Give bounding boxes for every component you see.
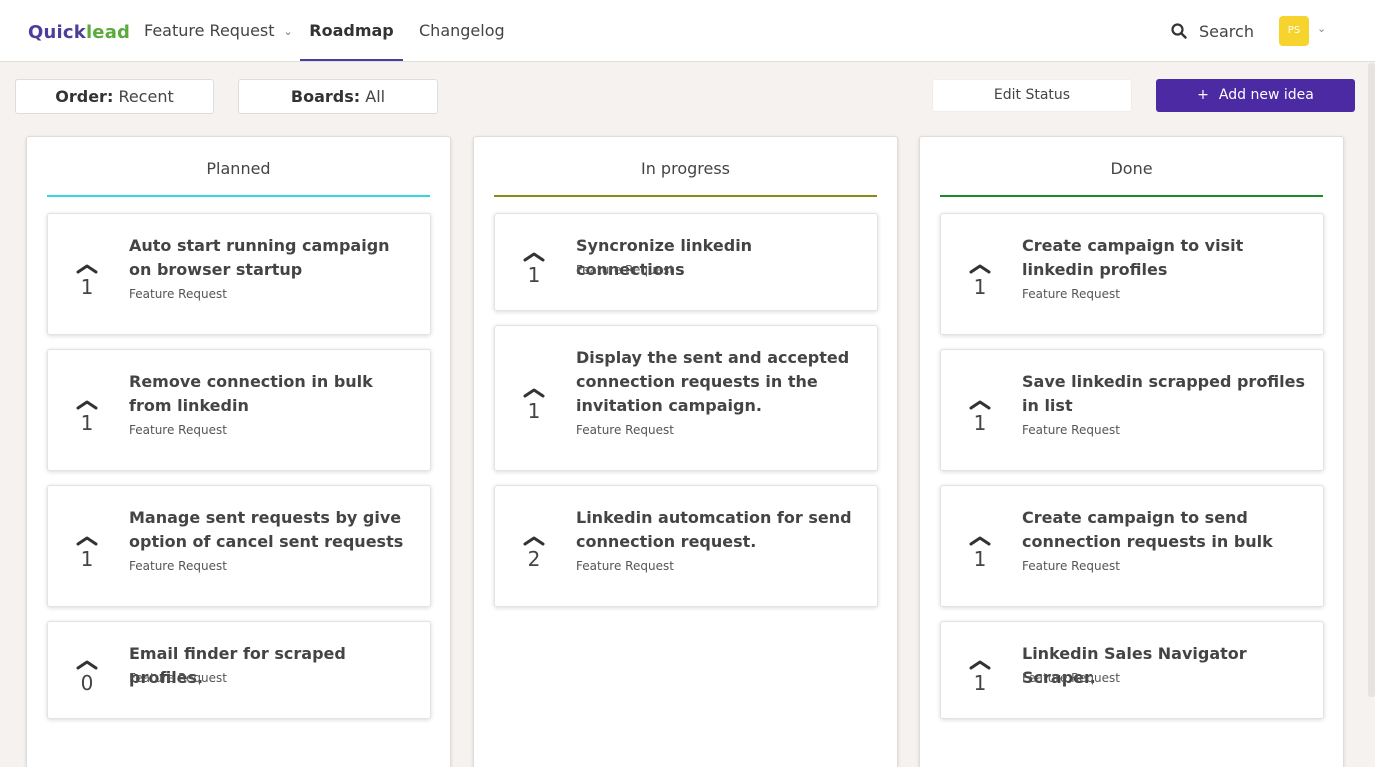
top-header: Quicklead Feature Request ⌄ Roadmap Chang… xyxy=(0,0,1375,62)
upvote-control[interactable]: 1 xyxy=(967,658,993,694)
column-done: Done 1 Create campaign to visit linkedin… xyxy=(919,136,1344,767)
idea-tag: Feature Request xyxy=(129,671,227,685)
vote-count: 1 xyxy=(527,399,541,423)
search-button[interactable]: Search xyxy=(1171,19,1254,43)
order-dropdown[interactable]: Order: Recent xyxy=(15,79,214,114)
chevron-down-icon[interactable]: ⌄ xyxy=(1317,22,1326,35)
vote-count: 0 xyxy=(80,671,94,695)
upvote-control[interactable]: 1 xyxy=(74,398,100,434)
search-label: Search xyxy=(1199,21,1254,41)
column-in-progress: In progress 1 Syncronize linkedin connec… xyxy=(473,136,898,767)
idea-card[interactable]: 1 Syncronize linkedin connections Featur… xyxy=(494,213,878,311)
idea-card[interactable]: 1 Linkedin Sales Navigator Scraper. Feat… xyxy=(940,621,1324,719)
idea-tag: Feature Request xyxy=(1022,287,1120,301)
idea-card[interactable]: 1 Auto start running campaign on browser… xyxy=(47,213,431,335)
upvote-arrow-icon xyxy=(523,536,545,546)
nav-feature-request[interactable]: Feature Request ⌄ xyxy=(144,0,293,61)
idea-card[interactable]: 0 Email finder for scraped profiles. Fea… xyxy=(47,621,431,719)
idea-title: Display the sent and accepted connection… xyxy=(576,348,850,415)
boards-label: Boards: xyxy=(290,87,361,106)
user-avatar[interactable]: PS xyxy=(1279,16,1309,46)
upvote-control[interactable]: 0 xyxy=(74,658,100,694)
upvote-control[interactable]: 1 xyxy=(521,386,547,422)
upvote-arrow-icon xyxy=(969,400,991,410)
vote-count: 1 xyxy=(973,547,987,571)
upvote-arrow-icon xyxy=(969,660,991,670)
idea-tag: Feature Request xyxy=(129,559,227,573)
search-icon xyxy=(1171,23,1187,39)
upvote-control[interactable]: 1 xyxy=(74,534,100,570)
idea-tag: Feature Request xyxy=(576,559,674,573)
upvote-control[interactable]: 1 xyxy=(521,250,547,286)
idea-tag: Feature Request xyxy=(576,423,674,437)
boards-value: All xyxy=(365,87,386,106)
column-title: Done xyxy=(940,157,1323,197)
plus-icon: + xyxy=(1197,87,1209,103)
idea-title: Remove connection in bulk from linkedin xyxy=(129,372,373,415)
quicklead-logo[interactable]: Quicklead xyxy=(28,22,130,43)
page-scrollbar[interactable] xyxy=(1368,63,1375,697)
idea-card[interactable]: 1 Create campaign to send connection req… xyxy=(940,485,1324,607)
upvote-control[interactable]: 2 xyxy=(521,534,547,570)
add-new-idea-label: Add new idea xyxy=(1218,87,1314,103)
vote-count: 1 xyxy=(973,671,987,695)
upvote-control[interactable]: 1 xyxy=(967,534,993,570)
upvote-arrow-icon xyxy=(76,264,98,274)
upvote-arrow-icon xyxy=(523,388,545,398)
column-title: Planned xyxy=(47,157,430,197)
order-value: Recent xyxy=(118,87,174,106)
idea-tag: Feature Request xyxy=(129,287,227,301)
vote-count: 2 xyxy=(527,547,541,571)
column-planned: Planned 1 Auto start running campaign on… xyxy=(26,136,451,767)
order-label: Order: xyxy=(55,87,114,106)
idea-tag: Feature Request xyxy=(129,423,227,437)
vote-count: 1 xyxy=(527,263,541,287)
upvote-arrow-icon xyxy=(76,400,98,410)
nav-changelog[interactable]: Changelog xyxy=(419,0,505,61)
idea-card[interactable]: 1 Manage sent requests by give option of… xyxy=(47,485,431,607)
idea-tag: Feature Request xyxy=(1022,423,1120,437)
vote-count: 1 xyxy=(973,411,987,435)
add-new-idea-button[interactable]: + Add new idea xyxy=(1156,79,1355,112)
upvote-control[interactable]: 1 xyxy=(74,262,100,298)
idea-title: Linkedin automcation for send connection… xyxy=(576,508,852,551)
idea-title: Auto start running campaign on browser s… xyxy=(129,236,390,279)
upvote-arrow-icon xyxy=(969,536,991,546)
upvote-control[interactable]: 1 xyxy=(967,398,993,434)
nav-feature-request-label: Feature Request xyxy=(144,21,275,40)
vote-count: 1 xyxy=(973,275,987,299)
boards-dropdown[interactable]: Boards: All xyxy=(238,79,438,114)
vote-count: 1 xyxy=(80,275,94,299)
idea-tag: Feature Request xyxy=(576,263,674,277)
idea-title: Create campaign to visit linkedin profil… xyxy=(1022,236,1244,279)
edit-status-button[interactable]: Edit Status xyxy=(932,79,1132,112)
idea-tag: Feature Request xyxy=(1022,559,1120,573)
upvote-arrow-icon xyxy=(969,264,991,274)
vote-count: 1 xyxy=(80,411,94,435)
column-title: In progress xyxy=(494,157,877,197)
idea-title: Manage sent requests by give option of c… xyxy=(129,508,404,551)
idea-card[interactable]: 1 Create campaign to visit linkedin prof… xyxy=(940,213,1324,335)
idea-card[interactable]: 1 Remove connection in bulk from linkedi… xyxy=(47,349,431,471)
upvote-arrow-icon xyxy=(523,252,545,262)
idea-card[interactable]: 1 Display the sent and accepted connecti… xyxy=(494,325,878,471)
idea-card[interactable]: 1 Save linkedin scrapped profiles in lis… xyxy=(940,349,1324,471)
idea-card[interactable]: 2 Linkedin automcation for send connecti… xyxy=(494,485,878,607)
vote-count: 1 xyxy=(80,547,94,571)
idea-title: Save linkedin scrapped profiles in list xyxy=(1022,372,1306,415)
idea-title: Create campaign to send connection reque… xyxy=(1022,508,1273,551)
upvote-arrow-icon xyxy=(76,660,98,670)
upvote-control[interactable]: 1 xyxy=(967,262,993,298)
nav-roadmap[interactable]: Roadmap xyxy=(300,0,403,61)
upvote-arrow-icon xyxy=(76,536,98,546)
chevron-down-icon: ⌄ xyxy=(283,25,293,38)
idea-tag: Feature Request xyxy=(1022,671,1120,685)
